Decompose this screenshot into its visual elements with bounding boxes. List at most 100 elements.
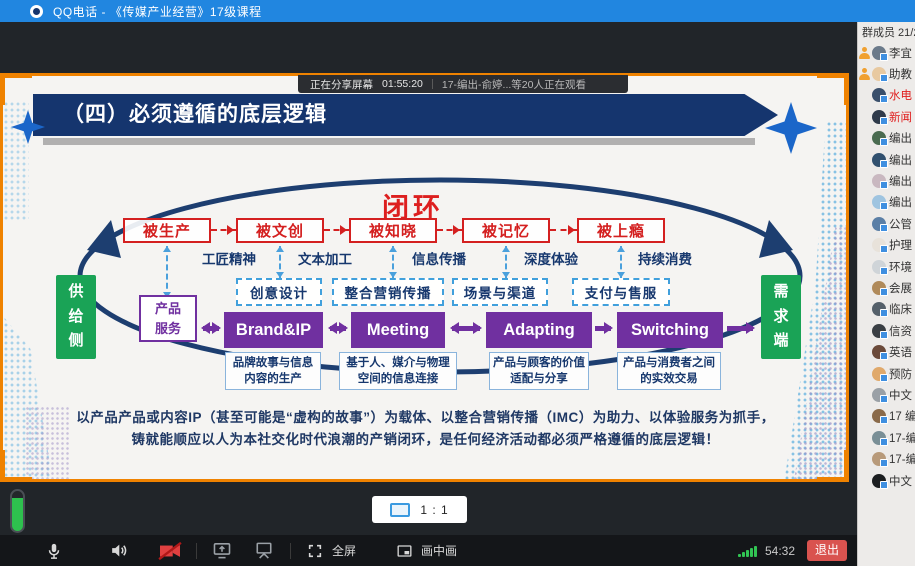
avatar bbox=[872, 217, 886, 231]
stage-box: 被上瘾 bbox=[577, 218, 665, 243]
member-name: 护理 bbox=[889, 237, 912, 253]
network-signal-icon bbox=[738, 545, 757, 557]
camera-off-icon[interactable] bbox=[158, 539, 182, 563]
pip-button[interactable]: 画中画 bbox=[392, 539, 457, 563]
avatar bbox=[872, 324, 886, 338]
sharing-duration: 01:55:20 bbox=[382, 78, 423, 90]
member-name: 编出 bbox=[889, 194, 912, 210]
blue-dashed-connector bbox=[166, 246, 168, 298]
stage-box: 被记忆 bbox=[462, 218, 550, 243]
stage-box: 被生产 bbox=[123, 218, 211, 243]
viewers-text: 17-编出-俞婷...等20人正在观看 bbox=[442, 77, 586, 92]
star-icon bbox=[11, 110, 45, 144]
avatar bbox=[872, 302, 886, 316]
avatar bbox=[872, 260, 886, 274]
process-box: 创意设计 bbox=[236, 278, 322, 306]
member-row[interactable]: 李宜 bbox=[858, 42, 915, 63]
description-box: 产品与消费者之间的实效交易 bbox=[617, 352, 721, 390]
member-row[interactable]: 预防 bbox=[858, 363, 915, 384]
member-row[interactable]: 环境 bbox=[858, 256, 915, 277]
craft-label: 深度体验 bbox=[511, 248, 591, 264]
divider bbox=[432, 79, 433, 89]
member-name: 李宜 bbox=[889, 45, 912, 61]
red-dashed-arrow bbox=[324, 229, 349, 231]
shared-screen-region: （四）必须遵循的底层逻辑 闭环 被生产 被文创 被知晓 被记忆 被上瘾 bbox=[0, 73, 849, 482]
member-row[interactable]: 中文 bbox=[858, 470, 915, 491]
avatar bbox=[872, 195, 886, 209]
avatar bbox=[872, 281, 886, 295]
craft-label: 文本加工 bbox=[285, 248, 365, 264]
stage-box: 被知晓 bbox=[349, 218, 437, 243]
sharing-status-bar: 正在分享屏幕 01:55:20 17-编出-俞婷...等20人正在观看 bbox=[298, 75, 628, 93]
call-timer: 54:32 bbox=[765, 544, 795, 558]
avatar bbox=[872, 88, 886, 102]
member-name: 编出 bbox=[889, 130, 912, 146]
member-name: 编出 bbox=[889, 152, 912, 168]
toolbar-divider bbox=[290, 543, 291, 559]
fullscreen-button[interactable]: 全屏 bbox=[303, 539, 356, 563]
product-service-box: 产品服务 bbox=[139, 295, 197, 342]
slide-footer-line2: 铸就能顺应以人为本社交化时代浪潮的产销闭环，是任何经济活动都必须严格遵循的底层逻… bbox=[3, 428, 846, 448]
member-name: 临床 bbox=[889, 301, 912, 317]
speaker-icon[interactable] bbox=[106, 539, 130, 563]
member-row[interactable]: 编出 bbox=[858, 149, 915, 170]
red-dashed-arrow bbox=[550, 229, 577, 231]
avatar bbox=[872, 110, 886, 124]
exit-button[interactable]: 退出 bbox=[807, 540, 847, 561]
double-arrow bbox=[452, 326, 480, 331]
member-name: 17-编 bbox=[889, 451, 915, 467]
member-row[interactable]: 17-编 bbox=[858, 427, 915, 448]
zoom-ratio-pill[interactable]: 1 : 1 bbox=[372, 496, 467, 523]
member-row[interactable]: 17 编 bbox=[858, 406, 915, 427]
member-name: 中文 bbox=[889, 387, 912, 403]
avatar bbox=[872, 367, 886, 381]
share-border-corner bbox=[0, 73, 32, 105]
avatar bbox=[872, 67, 886, 81]
member-row[interactable]: 水电 bbox=[858, 85, 915, 106]
member-name: 环境 bbox=[889, 259, 912, 275]
description-box: 基于人、媒介与物理空间的信息连接 bbox=[339, 352, 457, 390]
member-name: 信资 bbox=[889, 323, 912, 339]
microphone-icon[interactable] bbox=[42, 539, 66, 563]
avatar bbox=[872, 46, 886, 60]
member-row[interactable]: 信资 bbox=[858, 320, 915, 341]
member-name: 助教 bbox=[889, 66, 912, 82]
member-row[interactable]: 会展 bbox=[858, 277, 915, 298]
member-row[interactable]: 中文 bbox=[858, 384, 915, 405]
mic-volume-meter bbox=[10, 489, 25, 533]
double-arrow bbox=[203, 326, 219, 331]
qq-call-window: QQ电话 - 《传媒产业经营》17级课程 （四）必须遵循的底层逻辑 bbox=[0, 0, 915, 566]
member-row[interactable]: 临床 bbox=[858, 299, 915, 320]
member-row[interactable]: 公管 bbox=[858, 213, 915, 234]
phase-box: Meeting bbox=[351, 312, 445, 348]
member-name: 中文 bbox=[889, 473, 912, 489]
banner-shadow bbox=[43, 138, 755, 145]
member-row[interactable]: 编出 bbox=[858, 128, 915, 149]
fullscreen-icon bbox=[303, 539, 327, 563]
right-arrow bbox=[727, 326, 753, 331]
fullscreen-label: 全屏 bbox=[332, 542, 356, 559]
member-row[interactable]: 护理 bbox=[858, 235, 915, 256]
avatar bbox=[872, 174, 886, 188]
member-row[interactable]: 编出 bbox=[858, 170, 915, 191]
craft-label: 信息传播 bbox=[399, 248, 479, 264]
members-sidebar: 群成员 21/21 李宜 助教 水电 新闻 编出 编出 编 bbox=[857, 22, 915, 566]
member-name: 英语 bbox=[889, 344, 912, 360]
demand-side-label: 需求端 bbox=[772, 280, 789, 354]
avatar bbox=[872, 153, 886, 167]
screen-share-icon[interactable] bbox=[210, 539, 234, 563]
monitor-icon bbox=[390, 503, 410, 517]
member-row[interactable]: 英语 bbox=[858, 341, 915, 362]
member-row[interactable]: 新闻 bbox=[858, 106, 915, 127]
member-row[interactable]: 17-编 bbox=[858, 448, 915, 469]
whiteboard-icon[interactable] bbox=[252, 539, 276, 563]
share-border-corner bbox=[817, 73, 849, 105]
member-name: 预防 bbox=[889, 366, 912, 382]
right-arrow bbox=[595, 326, 611, 331]
member-row[interactable]: 编出 bbox=[858, 192, 915, 213]
phase-box: Switching bbox=[617, 312, 723, 348]
slide-title-banner: （四）必须遵循的底层逻辑 bbox=[33, 94, 778, 136]
product-service-label: 产品服务 bbox=[154, 299, 183, 338]
member-row[interactable]: 助教 bbox=[858, 63, 915, 84]
avatar bbox=[872, 238, 886, 252]
